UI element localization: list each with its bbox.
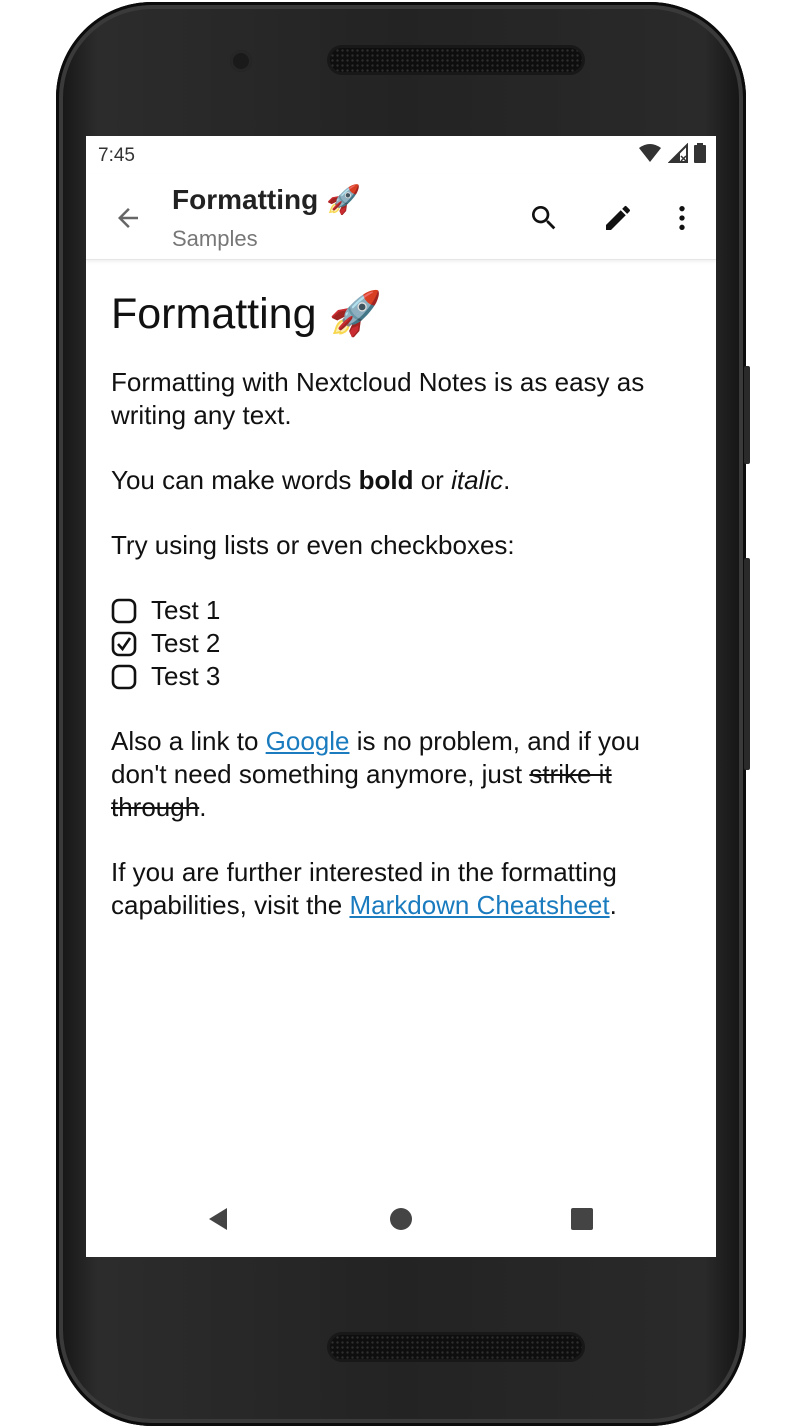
checkbox-unchecked-icon[interactable] (111, 598, 137, 624)
italic-text: italic (451, 465, 504, 495)
cell-signal-icon (667, 142, 688, 168)
checkbox-checked-icon[interactable] (111, 631, 137, 657)
volume-button (744, 558, 750, 770)
paragraph-cheatsheet: If you are further interested in the for… (111, 856, 696, 922)
note-title: Formatting 🚀 (172, 184, 361, 215)
more-vert-icon[interactable] (662, 198, 702, 238)
pencil-icon[interactable] (598, 198, 638, 238)
paragraph-lists: Try using lists or even checkboxes: (111, 530, 515, 560)
app-bar: Formatting 🚀 Samples (86, 174, 716, 260)
bottom-speaker (330, 1335, 582, 1359)
paragraph-intro: Formatting with Nextcloud Notes is as ea… (111, 367, 645, 430)
text-span: . (199, 792, 207, 822)
back-arrow-icon[interactable] (110, 200, 146, 236)
home-circle-icon[interactable] (381, 1199, 421, 1239)
status-time: 7:45 (98, 145, 135, 166)
text-span: Also a link to (111, 726, 266, 756)
text-span: . (609, 890, 617, 920)
markdown-cheatsheet-link[interactable]: Markdown Cheatsheet (349, 890, 609, 920)
note-content: Formatting 🚀 Formatting with Nextcloud N… (111, 286, 696, 954)
checkbox-item: Test 2 (111, 627, 696, 660)
checkbox-label: Test 3 (151, 661, 221, 691)
power-button (744, 366, 750, 464)
paragraph-styles: You can make words bold or italic. (111, 464, 696, 497)
text-span: You can make words (111, 465, 359, 495)
note-heading: Formatting 🚀 (111, 290, 382, 338)
checkbox-list: Test 1 Test 2 Test 3 (111, 594, 696, 693)
wifi-icon (638, 143, 662, 168)
back-triangle-icon[interactable] (198, 1199, 238, 1239)
status-icons (638, 142, 706, 168)
google-link[interactable]: Google (266, 726, 350, 756)
recents-square-icon[interactable] (562, 1199, 602, 1239)
checkbox-unchecked-icon[interactable] (111, 664, 137, 690)
note-category: Samples (172, 226, 258, 251)
bold-text: bold (358, 465, 414, 495)
screen: 7:45 Formatting 🚀 Samples Formatting 🚀 F… (86, 136, 716, 1257)
battery-icon (694, 143, 706, 168)
search-icon[interactable] (524, 198, 564, 238)
top-speaker (330, 48, 582, 72)
checkbox-item: Test 3 (111, 660, 696, 693)
checkbox-label: Test 2 (151, 628, 221, 658)
status-bar: 7:45 (86, 136, 716, 174)
text-span: . (503, 465, 511, 495)
text-span: or (413, 465, 452, 495)
checkbox-item: Test 1 (111, 594, 696, 627)
system-nav-bar (86, 1181, 716, 1257)
front-camera (230, 50, 252, 72)
checkbox-label: Test 1 (151, 595, 221, 625)
paragraph-link: Also a link to Google is no problem, and… (111, 725, 696, 824)
